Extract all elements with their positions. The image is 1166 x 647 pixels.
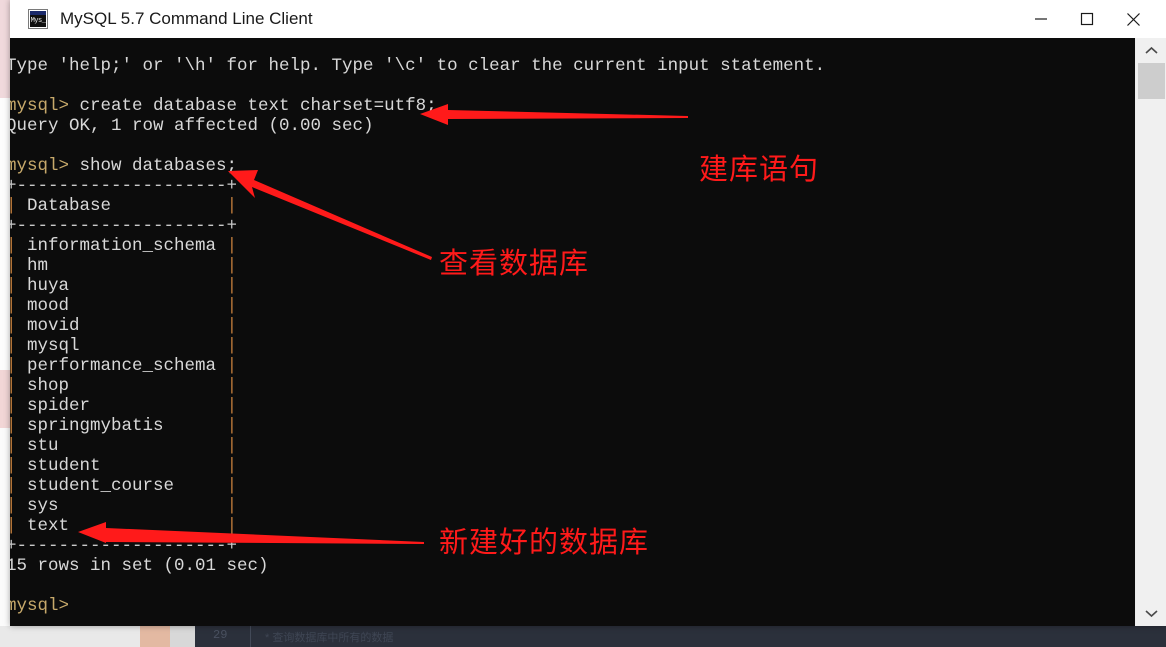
minimize-button[interactable] bbox=[1018, 0, 1064, 38]
terminal-scrollbar[interactable] bbox=[1135, 38, 1166, 626]
annotation-label-show-databases: 查看数据库 bbox=[439, 248, 590, 280]
background-taskbar-strip bbox=[170, 626, 195, 647]
maximize-icon bbox=[1080, 12, 1094, 26]
maximize-button[interactable] bbox=[1064, 0, 1110, 38]
background-taskbar-strip bbox=[140, 626, 170, 647]
background-ide-window: 29 * 查询数据库中所有的数据 bbox=[195, 626, 1166, 647]
mysql-console-icon: Mys_ bbox=[28, 9, 48, 29]
title-bar[interactable]: Mys_ MySQL 5.7 Command Line Client bbox=[10, 0, 1166, 38]
minimize-icon bbox=[1035, 18, 1047, 20]
screen: 29 * 查询数据库中所有的数据 Mys_ MySQL 5.7 Command … bbox=[0, 0, 1166, 647]
background-ide-code-text: * 查询数据库中所有的数据 bbox=[265, 632, 394, 644]
close-icon bbox=[1126, 12, 1140, 26]
close-button[interactable] bbox=[1110, 0, 1156, 38]
background-ide-divider bbox=[250, 626, 251, 647]
annotation-label-create-statement: 建库语句 bbox=[699, 154, 820, 186]
background-window-stripe bbox=[0, 98, 10, 370]
scrollbar-thumb[interactable] bbox=[1138, 63, 1165, 99]
background-ide-line-number: 29 bbox=[213, 628, 228, 642]
scroll-down-icon[interactable] bbox=[1136, 601, 1166, 626]
app-icon-glyph: Mys_ bbox=[30, 15, 46, 27]
background-taskbar-strip bbox=[0, 626, 140, 647]
annotation-arrow-create-statement bbox=[420, 104, 688, 125]
annotation-arrow-new-database bbox=[78, 522, 424, 544]
annotation-arrow-show-databases bbox=[228, 170, 432, 260]
background-window-stripe bbox=[0, 370, 10, 428]
background-window-stripe bbox=[0, 428, 10, 647]
scroll-up-icon[interactable] bbox=[1136, 38, 1166, 63]
window-title: MySQL 5.7 Command Line Client bbox=[60, 9, 313, 28]
annotation-label-new-database: 新建好的数据库 bbox=[439, 527, 650, 559]
